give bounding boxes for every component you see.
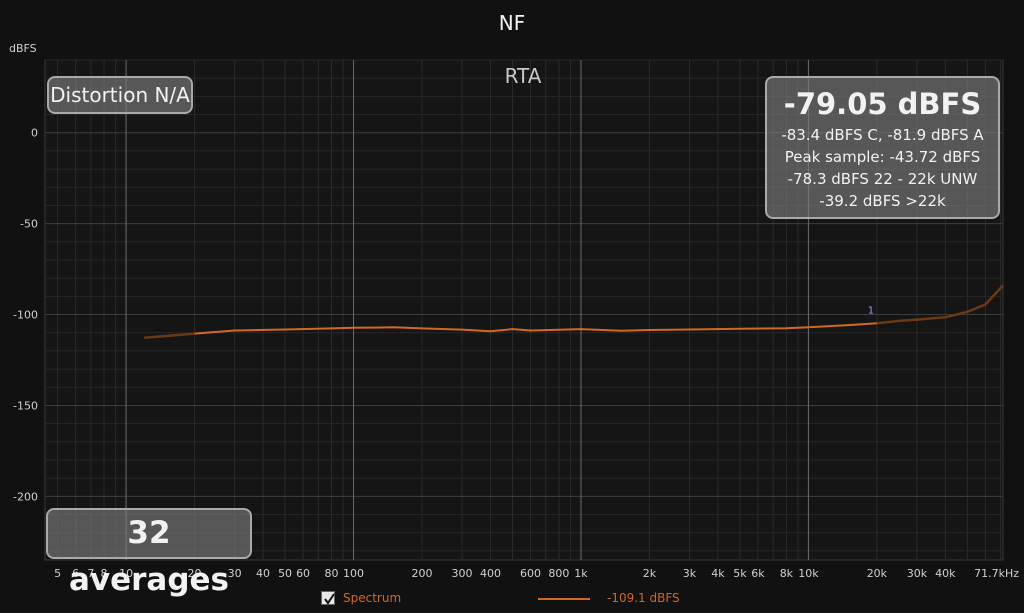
level-readout-weighted: -83.4 dBFS C, -81.9 dBFS A bbox=[781, 126, 984, 144]
x-tick-label: 800 bbox=[548, 567, 569, 580]
averages-readout: 32 averages bbox=[46, 508, 252, 598]
marker-label: 1 bbox=[868, 305, 874, 316]
x-tick-label: 100 bbox=[343, 567, 364, 580]
x-tick-label: 600 bbox=[520, 567, 541, 580]
x-tick-label: 5k bbox=[733, 567, 747, 580]
y-tick-label: -100 bbox=[13, 309, 38, 322]
x-tick-label: 40 bbox=[256, 567, 270, 580]
x-tick-label: 30k bbox=[907, 567, 928, 580]
legend-series-name[interactable]: Spectrum bbox=[343, 591, 401, 605]
chart-title: NF bbox=[499, 11, 525, 35]
distortion-readout: Distortion N/A bbox=[47, 76, 193, 114]
legend-checkbox[interactable] bbox=[321, 591, 335, 605]
x-tick-label: 6k bbox=[751, 567, 765, 580]
legend-series-swatch bbox=[538, 598, 590, 600]
level-readout-unweighted: -78.3 dBFS 22 - 22k UNW bbox=[787, 170, 978, 188]
level-readout-above-22k: -39.2 dBFS >22k bbox=[819, 192, 946, 210]
x-tick-label: 400 bbox=[480, 567, 501, 580]
x-tick-label: 60 bbox=[296, 567, 310, 580]
level-readout-main: -79.05 dBFS bbox=[783, 87, 982, 121]
y-tick-label: 0 bbox=[31, 127, 38, 140]
x-tick-label: 200 bbox=[412, 567, 433, 580]
x-tick-label: 71.7kHz bbox=[974, 567, 1019, 580]
x-tick-label: 3k bbox=[683, 567, 697, 580]
y-tick-label: -150 bbox=[13, 399, 38, 412]
y-tick-label: -200 bbox=[13, 490, 38, 503]
x-tick-label: 300 bbox=[452, 567, 473, 580]
x-tick-label: 8k bbox=[780, 567, 794, 580]
x-tick-label: 20k bbox=[867, 567, 888, 580]
legend-series-value: -109.1 dBFS bbox=[607, 591, 680, 605]
x-tick-label: 80 bbox=[324, 567, 338, 580]
checkmark-icon bbox=[324, 593, 335, 605]
y-axis-label: dBFS bbox=[9, 42, 37, 55]
x-tick-label: 2k bbox=[643, 567, 657, 580]
x-tick-label: 1k bbox=[574, 567, 588, 580]
chart-subtitle: RTA bbox=[505, 64, 542, 88]
x-tick-label: 5 bbox=[54, 567, 61, 580]
level-readout-panel: -79.05 dBFS -83.4 dBFS C, -81.9 dBFS A P… bbox=[765, 76, 1000, 219]
legend: Spectrum -109.1 dBFS bbox=[0, 588, 1024, 610]
level-readout-peak: Peak sample: -43.72 dBFS bbox=[784, 148, 981, 166]
x-tick-label: 10k bbox=[798, 567, 819, 580]
x-tick-label: 40k bbox=[935, 567, 956, 580]
x-tick-label: 50 bbox=[278, 567, 292, 580]
x-tick-label: 4k bbox=[711, 567, 725, 580]
x-tick-label: 30 bbox=[228, 567, 242, 580]
y-tick-label: -50 bbox=[20, 218, 38, 231]
